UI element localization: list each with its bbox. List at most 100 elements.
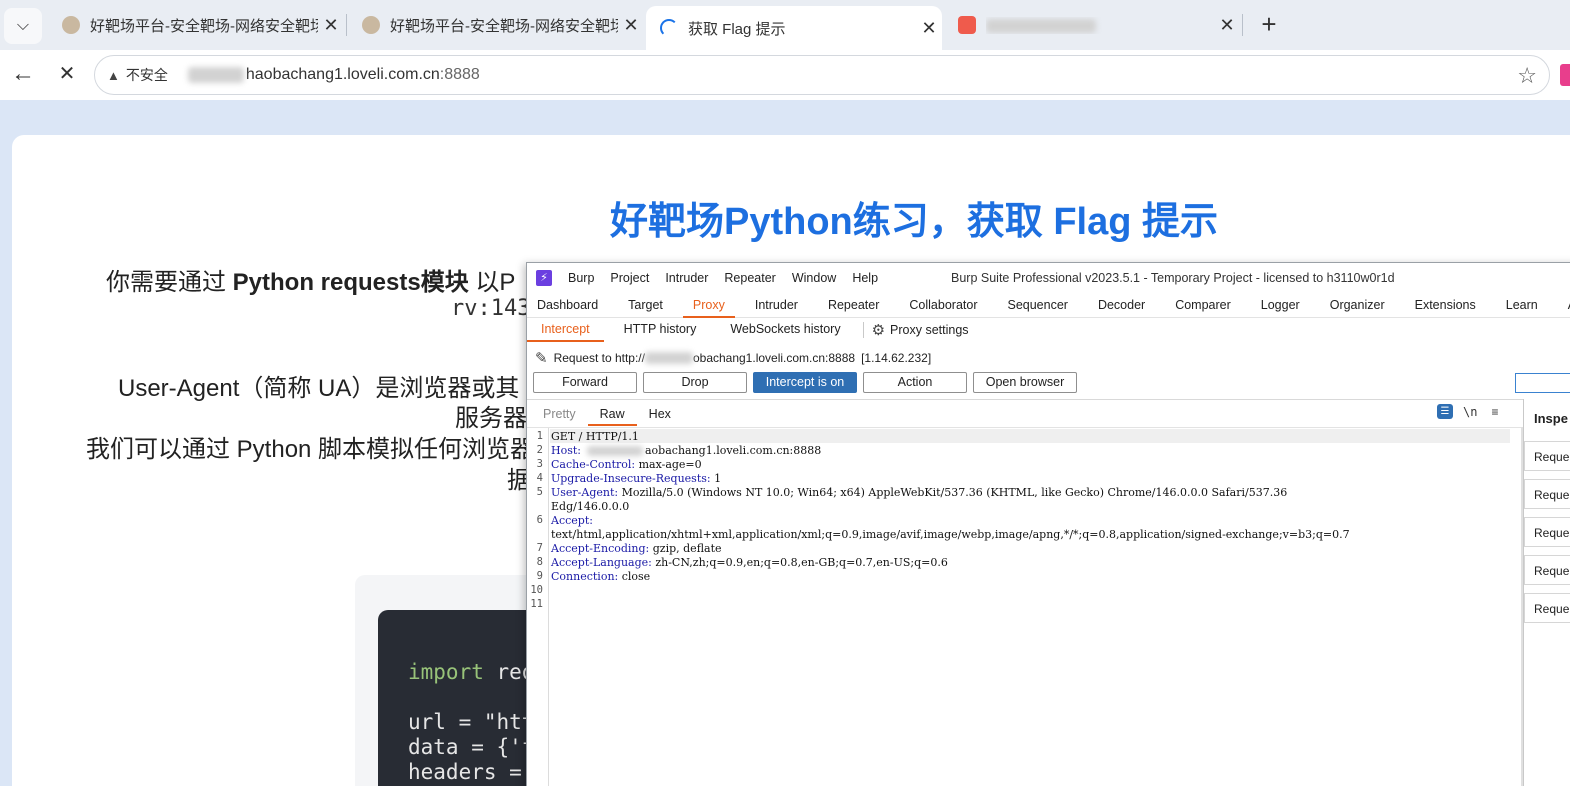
inspector-section-cookies[interactable]: Reque [1524, 555, 1570, 585]
header-value: Edg/146.0.0.0 [551, 500, 630, 513]
address-bar[interactable]: ▲ 不安全 haobachang1.loveli.com.cn:8888 ☆ [94, 55, 1550, 95]
view-tab-pretty[interactable]: Pretty [531, 404, 588, 426]
header-value: close [618, 570, 651, 583]
tab-divider [346, 14, 347, 36]
request-ip: [1.14.62.232] [861, 351, 932, 365]
header-value: text/html,application/xhtml+xml,applicat… [551, 528, 1350, 541]
subtab-websockets-history[interactable]: WebSockets history [716, 318, 854, 342]
tab-decoder[interactable]: Decoder [1088, 294, 1155, 318]
warning-icon: ▲ [107, 67, 120, 83]
browser-tab-4[interactable]: ✕ [944, 6, 1240, 44]
tab-organizer[interactable]: Organizer [1320, 294, 1395, 318]
tab-proxy[interactable]: Proxy [682, 294, 735, 318]
tab-collaborator[interactable]: Collaborator [899, 294, 987, 318]
line-number: 11 [530, 598, 543, 610]
intercept-toggle-button[interactable]: Intercept is on [753, 372, 857, 393]
instruction-line-3: 服务器 [455, 405, 527, 432]
tab-close-icon[interactable]: ✕ [1214, 15, 1240, 36]
proxy-subtabs: Intercept HTTP history WebSockets histor… [527, 318, 1570, 342]
proxy-settings-link[interactable]: Proxy settings [890, 323, 969, 337]
browser-tab-strip: ⌵ 好靶场平台-安全靶场-网络安全靶场 ✕ 好靶场平台-安全靶场-网络安全靶场 … [0, 0, 1570, 50]
view-tab-hex[interactable]: Hex [637, 404, 683, 426]
action-button[interactable]: Action [863, 372, 967, 393]
request-line: Accept: [551, 514, 593, 527]
url-port: :8888 [439, 66, 480, 83]
line-number: 2 [536, 444, 543, 456]
instruction-line-4: 我们可以通过 Python 脚本模拟任何浏览器 [86, 436, 535, 463]
tab-learn[interactable]: Learn [1496, 294, 1548, 318]
request-line: GET / HTTP/1.1 [551, 430, 639, 443]
browser-toolbar: ← ✕ ▲ 不安全 haobachang1.loveli.com.cn:8888… [0, 50, 1570, 100]
browser-tab-1[interactable]: 好靶场平台-安全靶场-网络安全靶场 ✕ [48, 6, 344, 44]
tab-api[interactable]: API [1558, 294, 1570, 318]
tab-close-icon[interactable]: ✕ [318, 15, 344, 36]
line-number: 6 [536, 514, 543, 526]
inspector-section-headers[interactable]: Reque [1524, 593, 1570, 623]
redacted-host [644, 352, 693, 364]
text: 你需要通过 [106, 269, 233, 296]
browser-tab-2[interactable]: 好靶场平台-安全靶场-网络安全靶场 ✕ [348, 6, 644, 44]
show-newlines-toggle[interactable]: \n [1463, 405, 1477, 419]
new-tab-button[interactable]: + [1254, 10, 1284, 40]
menu-burp[interactable]: Burp [568, 271, 594, 285]
raw-request-editor[interactable]: 1 2 3 4 5 6 7 8 9 10 11 GET / HTTP/1.1 Host: aobacha… [527, 427, 1521, 786]
tab-target[interactable]: Target [618, 294, 673, 318]
line-number: 5 [536, 486, 543, 498]
header-name: Upgrade-Insecure-Requests: [551, 472, 711, 485]
code-keyword: import [408, 660, 484, 684]
line-number: 8 [536, 556, 543, 568]
tab-repeater[interactable]: Repeater [818, 294, 889, 318]
menu-window[interactable]: Window [792, 271, 836, 285]
tab-search-button[interactable]: ⌵ [4, 8, 42, 44]
tab-comparer[interactable]: Comparer [1165, 294, 1241, 318]
menu-project[interactable]: Project [610, 271, 649, 285]
menu-repeater[interactable]: Repeater [724, 271, 775, 285]
extension-icon[interactable] [1560, 64, 1570, 86]
emphasis-text: Python requests模块 [232, 269, 469, 296]
drop-button[interactable]: Drop [643, 372, 747, 393]
browser-tab-active[interactable]: 获取 Flag 提示 ✕ [646, 6, 942, 50]
gear-icon[interactable]: ⚙ [872, 321, 885, 339]
request-line: text/html,application/xhtml+xml,applicat… [551, 528, 1350, 541]
tab-close-icon[interactable]: ✕ [916, 18, 942, 39]
back-button[interactable]: ← [8, 60, 38, 90]
tab-extensions[interactable]: Extensions [1405, 294, 1486, 318]
line-number-gutter: 1 2 3 4 5 6 7 8 9 10 11 [527, 428, 549, 786]
tab-title-redacted [986, 17, 1214, 34]
screen: ⌵ 好靶场平台-安全靶场-网络安全靶场 ✕ 好靶场平台-安全靶场-网络安全靶场 … [0, 0, 1570, 786]
line-number: 1 [536, 430, 543, 442]
header-value: gzip, deflate [649, 542, 722, 555]
redacted-url-part [187, 66, 244, 83]
open-browser-button[interactable]: Open browser [973, 372, 1077, 393]
menu-intruder[interactable]: Intruder [665, 271, 708, 285]
header-name: Connection: [551, 570, 619, 583]
request-line: Cache-Control: max-age=0 [551, 458, 702, 471]
menu-help[interactable]: Help [852, 271, 878, 285]
hamburger-menu-icon[interactable]: ≡ [1491, 405, 1498, 419]
url-host: haobachang1.loveli.com.cn [245, 66, 440, 83]
insecure-label[interactable]: 不安全 [126, 65, 168, 85]
search-input[interactable] [1515, 373, 1570, 393]
inspector-section-request-attributes[interactable]: Reque [1524, 441, 1570, 471]
site-favicon-icon [362, 16, 380, 34]
tab-logger[interactable]: Logger [1251, 294, 1310, 318]
request-to-label: Request to http:// [553, 351, 645, 365]
tab-sequencer[interactable]: Sequencer [997, 294, 1077, 318]
tab-title: 好靶场平台-安全靶场-网络安全靶场 [390, 17, 618, 35]
stop-loading-button[interactable]: ✕ [52, 60, 82, 90]
pencil-icon[interactable]: ✎ [535, 349, 548, 367]
burp-logo-icon: ⚡ [536, 270, 552, 286]
tab-dashboard[interactable]: Dashboard [527, 294, 608, 318]
inspector-section-query-params[interactable]: Reque [1524, 479, 1570, 509]
subtab-intercept[interactable]: Intercept [527, 318, 604, 342]
tab-intruder[interactable]: Intruder [745, 294, 808, 318]
subtab-http-history[interactable]: HTTP history [610, 318, 711, 342]
header-name: User-Agent: [551, 486, 619, 499]
word-wrap-icon[interactable]: ☰ [1437, 404, 1453, 419]
bookmark-star-icon[interactable]: ☆ [1517, 63, 1537, 89]
view-tab-raw[interactable]: Raw [587, 404, 637, 426]
tab-close-icon[interactable]: ✕ [618, 15, 644, 36]
inspector-section-body-params[interactable]: Reque [1524, 517, 1570, 547]
burp-titlebar: ⚡ Burp Project Intruder Repeater Window … [527, 263, 1570, 293]
forward-button[interactable]: Forward [533, 372, 637, 393]
